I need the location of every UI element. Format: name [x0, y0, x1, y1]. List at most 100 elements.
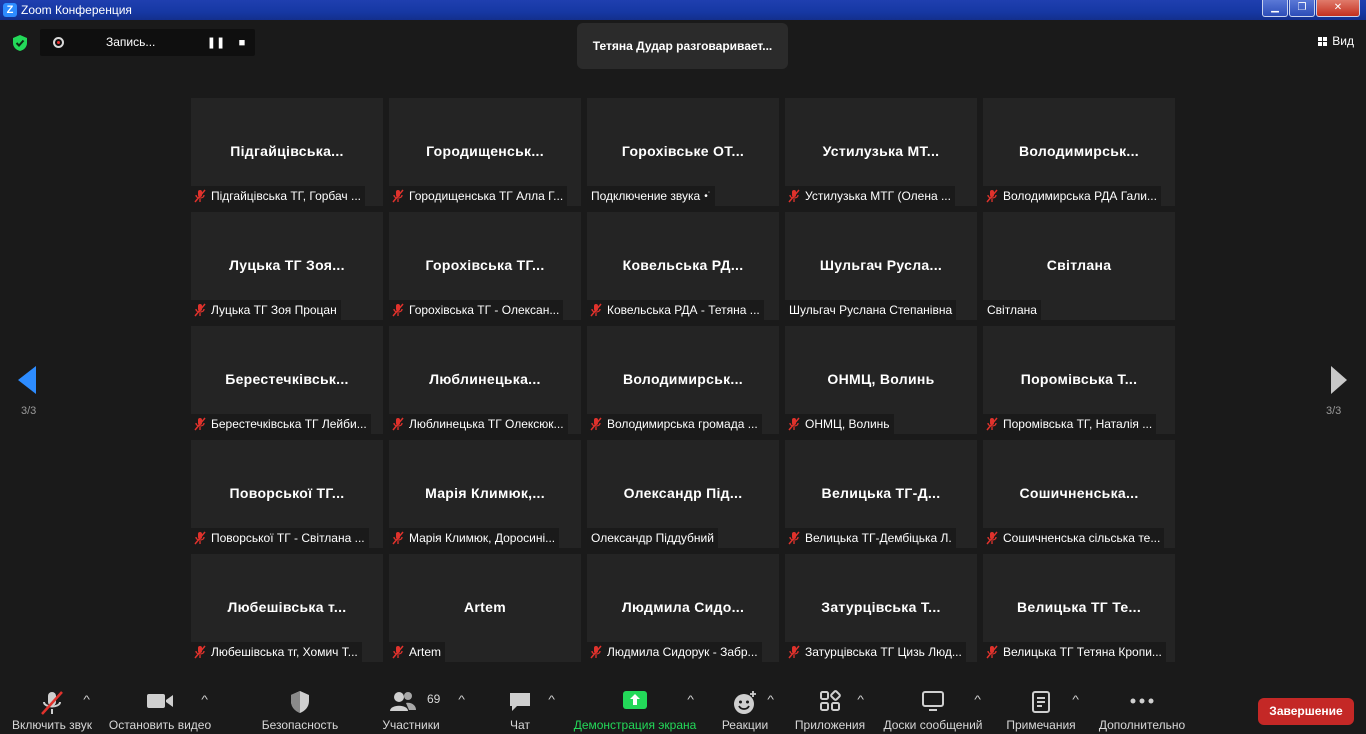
participant-name-label: Подключение звука — [591, 189, 701, 203]
participant-tile[interactable]: Городищенськ... Городищенська ТГ Алла Г..… — [389, 98, 581, 206]
participant-nameplate: Подключение звука •˙ — [587, 186, 716, 206]
notes-icon — [1032, 691, 1050, 713]
close-button[interactable]: ✕ — [1316, 0, 1360, 17]
participant-display-name: Люблинецька... — [429, 371, 541, 387]
muted-microphone-icon — [590, 417, 602, 431]
participant-tile[interactable]: Затурцівська Т... Затурцівська ТГ Цизь Лю… — [785, 554, 977, 662]
participant-nameplate: Володимирська РДА Гали... — [983, 186, 1161, 206]
view-button[interactable]: Вид — [1318, 34, 1354, 48]
stop-video-button[interactable]: Остановить видео — [106, 676, 214, 734]
participant-tile[interactable]: Устилузька МТ... Устилузька МТГ (Олена ..… — [785, 98, 977, 206]
connecting-spinner-icon: •˙ — [704, 190, 712, 202]
share-screen-label: Демонстрация экрана — [573, 718, 697, 732]
participant-tile[interactable]: Володимирськ... Володимирська РДА Гали... — [983, 98, 1175, 206]
participant-name-label: Поромівська ТГ, Наталія ... — [1003, 417, 1153, 431]
participant-tile[interactable]: Підгайцівська... Підгайцівська ТГ, Горбач… — [191, 98, 383, 206]
reactions-label: Реакции — [721, 718, 769, 732]
participant-tile[interactable]: Поворської ТГ... Поворської ТГ - Світлана… — [191, 440, 383, 548]
participant-display-name: Підгайцівська... — [230, 143, 344, 159]
window-titlebar: Z Zoom Конференция ▁ ❐ ✕ — [0, 0, 1366, 20]
minimize-button[interactable]: ▁ — [1262, 0, 1288, 17]
participant-nameplate: Поворської ТГ - Світлана ... — [191, 528, 369, 548]
participant-tile[interactable]: Горохівська ТГ... Горохівська ТГ - Олекса… — [389, 212, 581, 320]
participant-tile[interactable]: Велицька ТГ-Д... Велицька ТГ-Дембіцька Л. — [785, 440, 977, 548]
participant-tile[interactable]: Горохівське ОТ... Подключение звука •˙ — [587, 98, 779, 206]
muted-microphone-icon — [392, 645, 404, 659]
participant-tile[interactable]: Володимирськ... Володимирська громада ... — [587, 326, 779, 434]
participant-tile[interactable]: Велицька ТГ Те... Велицька ТГ Тетяна Кроп… — [983, 554, 1175, 662]
more-label: Дополнительно — [1098, 718, 1186, 732]
apps-options-chevron-icon[interactable]: ^ — [857, 694, 864, 706]
participant-tile[interactable]: Любешівська т... Любешівська тг, Хомич Т.… — [191, 554, 383, 662]
participant-display-name: Світлана — [1046, 257, 1112, 273]
maximize-button[interactable]: ❐ — [1289, 0, 1315, 17]
pause-recording-button[interactable]: ❚❚ — [205, 33, 227, 53]
video-options-chevron-icon[interactable]: ^ — [201, 694, 208, 706]
whiteboards-label: Доски сообщений — [883, 718, 983, 732]
participant-tile[interactable]: Людмила Сидо... Людмила Сидорук - Забр... — [587, 554, 779, 662]
apps-icon — [820, 690, 841, 711]
participant-nameplate: Шульгач Руслана Степанівна — [785, 300, 957, 320]
participants-button[interactable]: 69 Участники — [370, 676, 452, 734]
participant-display-name: Горохівська ТГ... — [425, 257, 545, 273]
whiteboard-icon — [922, 691, 944, 711]
participant-display-name: Людмила Сидо... — [621, 599, 745, 615]
notes-label: Примечания — [1006, 718, 1076, 732]
share-options-chevron-icon[interactable]: ^ — [687, 694, 694, 706]
end-meeting-button[interactable]: Завершение — [1258, 698, 1354, 725]
participant-display-name: Устилузька МТ... — [822, 143, 940, 159]
participant-display-name: Марія Климюк,... — [425, 485, 545, 501]
participant-tile[interactable]: Світлана Світлана — [983, 212, 1175, 320]
chat-options-chevron-icon[interactable]: ^ — [548, 694, 555, 706]
notes-options-chevron-icon[interactable]: ^ — [1072, 694, 1079, 706]
video-camera-icon — [147, 694, 173, 708]
participant-display-name: Велицька ТГ-Д... — [821, 485, 941, 501]
participant-display-name: Луцька ТГ Зоя... — [229, 257, 345, 273]
participant-display-name: Велицька ТГ Те... — [1016, 599, 1142, 615]
participant-nameplate: Затурцівська ТГ Цизь Люд... — [785, 642, 966, 662]
chat-label: Чат — [510, 718, 530, 732]
participant-tile[interactable]: Люблинецька... Люблинецька ТГ Олексюк... — [389, 326, 581, 434]
participant-tile[interactable]: Олександр Під... Олександр Піддубний — [587, 440, 779, 548]
participant-tile[interactable]: ОНМЦ, Волинь ОНМЦ, Волинь — [785, 326, 977, 434]
participant-tile[interactable]: Поромівська Т... Поромівська ТГ, Наталія … — [983, 326, 1175, 434]
participant-nameplate: Берестечківська ТГ Лейби... — [191, 414, 371, 434]
stop-recording-button[interactable]: ■ — [231, 33, 253, 53]
security-shield-icon — [291, 691, 309, 713]
next-page-arrow-icon[interactable] — [1329, 366, 1349, 394]
participants-options-chevron-icon[interactable]: ^ — [458, 694, 465, 706]
participant-tile[interactable]: Берестечківськ... Берестечківська ТГ Лейб… — [191, 326, 383, 434]
participant-tile[interactable]: Ковельська РД... Ковельська РДА - Тетяна … — [587, 212, 779, 320]
chat-button[interactable]: Чат — [490, 676, 550, 734]
previous-page-arrow-icon[interactable] — [18, 366, 38, 394]
more-button[interactable]: Дополнительно — [1094, 676, 1190, 734]
whiteboards-options-chevron-icon[interactable]: ^ — [974, 694, 981, 706]
notes-button[interactable]: Примечания — [1000, 676, 1082, 734]
participant-tile[interactable]: Луцька ТГ Зоя... Луцька ТГ Зоя Процан — [191, 212, 383, 320]
participant-name-label: Луцька ТГ Зоя Процан — [211, 303, 337, 317]
muted-microphone-icon — [194, 417, 206, 431]
reactions-options-chevron-icon[interactable]: ^ — [767, 694, 774, 706]
audio-options-chevron-icon[interactable]: ^ — [83, 694, 90, 706]
participants-count: 69 — [427, 692, 441, 706]
page-indicator-right: 3/3 — [1326, 405, 1342, 417]
participant-display-name: Любешівська т... — [227, 599, 347, 615]
muted-microphone-icon — [788, 417, 800, 431]
page-indicator-left: 3/3 — [21, 405, 37, 417]
participant-nameplate: Людмила Сидорук - Забр... — [587, 642, 762, 662]
participant-tile[interactable]: Марія Климюк,... Марія Климюк, Доросині..… — [389, 440, 581, 548]
stop-video-label: Остановить видео — [108, 718, 212, 732]
participant-nameplate: Сошичненська сільська те... — [983, 528, 1165, 548]
encryption-shield-icon[interactable] — [11, 34, 29, 52]
participant-tile[interactable]: Сошичненська... Сошичненська сільська те.… — [983, 440, 1175, 548]
participant-nameplate: Любешівська тг, Хомич Т... — [191, 642, 362, 662]
whiteboards-button[interactable]: Доски сообщений — [878, 676, 988, 734]
participant-tile[interactable]: Шульгач Русла... Шульгач Руслана Степанів… — [785, 212, 977, 320]
participant-tile[interactable]: Artem Artem — [389, 554, 581, 662]
participant-name-label: Світлана — [987, 303, 1037, 317]
participant-name-label: Володимирська РДА Гали... — [1003, 189, 1157, 203]
security-button[interactable]: Безопасность — [250, 676, 350, 734]
participant-nameplate: Луцька ТГ Зоя Процан — [191, 300, 341, 320]
muted-microphone-icon — [194, 531, 206, 545]
share-screen-button[interactable]: Демонстрация экрана — [570, 676, 700, 734]
